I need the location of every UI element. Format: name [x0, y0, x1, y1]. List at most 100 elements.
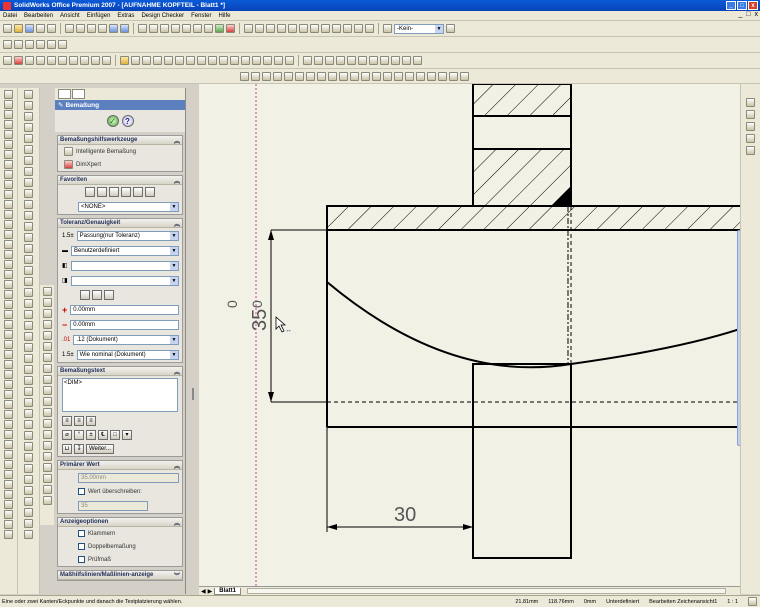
sketch-lt-icon-22[interactable] — [24, 321, 33, 330]
align-bottom-icon[interactable] — [336, 56, 345, 65]
menu-hilfe[interactable]: Hilfe — [218, 13, 230, 19]
annot-lt-icon-13[interactable] — [42, 419, 52, 428]
hole-fit-select[interactable]: ▼ — [70, 260, 179, 271]
sketch-lt-icon-34[interactable] — [24, 453, 33, 462]
tolerance-type-select[interactable]: Passung(nur Toleranz) ▼ — [76, 230, 179, 241]
precision-select[interactable]: .12 (Dokument) ▼ — [73, 334, 179, 345]
hole-callout-icon[interactable] — [208, 56, 217, 65]
sketch-lt-icon-17[interactable] — [24, 266, 33, 275]
new-file-icon[interactable] — [3, 24, 12, 33]
diameter-symbol-button[interactable]: ⌀ — [62, 430, 72, 440]
menu-design-checker[interactable]: Design Checker — [141, 13, 184, 19]
task-pane-library-icon[interactable] — [746, 110, 755, 119]
cosmetic-thread-icon[interactable] — [219, 56, 228, 65]
convert-icon[interactable] — [361, 71, 370, 81]
dual-dimension-option[interactable]: Doppelbemaßung — [58, 540, 182, 553]
help-button[interactable]: ? — [121, 115, 134, 127]
group-header[interactable]: Primärer Wert ︽ — [58, 461, 182, 470]
lt-icon-8[interactable] — [4, 160, 13, 169]
sketch-lt-icon-38[interactable] — [24, 497, 33, 506]
lt-icon-16[interactable] — [4, 240, 13, 249]
sketch-spline-icon[interactable] — [306, 71, 315, 81]
override-value-checkbox[interactable]: Wert überschreiben: — [58, 485, 182, 498]
feature-tree-tab[interactable] — [58, 89, 71, 99]
file-props-icon[interactable] — [160, 24, 169, 33]
lt-icon-10[interactable] — [4, 180, 13, 189]
plus-tolerance-input[interactable]: 0.00mm — [70, 304, 179, 315]
mirror-icon[interactable] — [350, 71, 359, 81]
undo-icon[interactable] — [109, 24, 118, 33]
group-header[interactable]: Favoriten ︽ — [58, 176, 182, 185]
group-header[interactable]: Maßhilfslinien/Maßlinien-anzeige ︾ — [58, 571, 182, 580]
lt-icon-37[interactable] — [4, 450, 13, 459]
datum-target-icon[interactable] — [197, 56, 206, 65]
dimxpert-item[interactable]: DimXpert — [58, 158, 182, 171]
lt-icon-42[interactable] — [4, 500, 13, 509]
cut-icon[interactable] — [65, 24, 74, 33]
sketch-lt-icon-18[interactable] — [24, 277, 33, 286]
more-symbols-dropdown[interactable]: ▾ — [122, 430, 132, 440]
annot-lt-icon-8[interactable] — [42, 364, 52, 373]
annot-lt-icon-17[interactable] — [42, 463, 52, 472]
relation-icon[interactable] — [372, 71, 381, 81]
checkbox[interactable] — [78, 488, 85, 495]
fillet-icon[interactable] — [405, 71, 414, 81]
sketch-lt-icon-25[interactable] — [24, 354, 33, 363]
ungroup-icon[interactable] — [391, 56, 400, 65]
align-top-icon[interactable] — [325, 56, 334, 65]
sketch-lt-icon-31[interactable] — [24, 420, 33, 429]
options-icon[interactable] — [171, 24, 180, 33]
lt-icon-18[interactable] — [4, 260, 13, 269]
lt-icon-20[interactable] — [4, 280, 13, 289]
wireframe-icon[interactable] — [332, 24, 341, 33]
lt-icon-9[interactable] — [4, 170, 13, 179]
section-view-icon[interactable] — [58, 56, 67, 65]
group-header[interactable]: Bemaßungstext ︽ — [58, 367, 182, 376]
annot-lt-icon-18[interactable] — [42, 474, 52, 483]
sketch-lt-icon-6[interactable] — [24, 145, 33, 154]
smart-dimension-item[interactable]: Intelligente Bemaßung — [58, 145, 182, 158]
zoom-selection-icon[interactable] — [277, 24, 286, 33]
crop-view-icon[interactable] — [91, 56, 100, 65]
sketch-lt-icon-16[interactable] — [24, 255, 33, 264]
load-favorite-button[interactable] — [145, 187, 155, 197]
dimension-text-area[interactable]: <DIM> — [62, 378, 178, 412]
sheet-tab[interactable]: Blatt1 — [214, 587, 241, 595]
stacked-fit-button[interactable] — [80, 290, 90, 300]
layer-properties-icon[interactable] — [383, 24, 392, 33]
lt-icon-2[interactable] — [4, 100, 13, 109]
sketch-icon[interactable] — [193, 24, 202, 33]
more-symbols-button[interactable]: Weiter... — [86, 444, 114, 454]
drawing-canvas[interactable]: ↔ 35 0 0 30 — [199, 84, 740, 586]
lt-icon-32[interactable] — [4, 400, 13, 409]
tab-nav-next[interactable]: ▶ — [208, 588, 213, 595]
projected-view-icon[interactable] — [36, 56, 45, 65]
fix-icon[interactable] — [383, 71, 392, 81]
annot-lt-icon-16[interactable] — [42, 452, 52, 461]
apply-favorite-button[interactable] — [85, 187, 95, 197]
linear-fit-button[interactable] — [92, 290, 102, 300]
checkbox[interactable] — [78, 530, 85, 537]
group-header[interactable]: Toleranz/Genauigkeit ︽ — [58, 219, 182, 228]
annot-lt-icon-9[interactable] — [42, 375, 52, 384]
annot-lt-icon-10[interactable] — [42, 386, 52, 395]
hidden-lines-icon[interactable] — [343, 24, 352, 33]
detail-view-icon[interactable] — [69, 56, 78, 65]
lt-icon-1[interactable] — [4, 90, 13, 99]
text-icon[interactable] — [416, 71, 425, 81]
lt-icon-15[interactable] — [4, 230, 13, 239]
break-line-icon[interactable] — [413, 56, 422, 65]
sketch-rect-icon[interactable] — [295, 71, 304, 81]
sketch-lt-icon-12[interactable] — [24, 211, 33, 220]
justify-right-button[interactable]: ≡ — [86, 416, 96, 426]
datum-feature-icon[interactable] — [186, 56, 195, 65]
table-icon[interactable] — [274, 56, 283, 65]
offset-icon[interactable] — [339, 71, 348, 81]
print-icon[interactable] — [36, 24, 45, 33]
annot-lt-icon-20[interactable] — [42, 496, 52, 505]
save-favorite-button[interactable] — [133, 187, 143, 197]
doc-restore-button[interactable]: □ — [746, 11, 750, 18]
sketch-lt-icon-37[interactable] — [24, 486, 33, 495]
task-pane-home-icon[interactable] — [746, 98, 755, 107]
lt-icon-12[interactable] — [4, 200, 13, 209]
